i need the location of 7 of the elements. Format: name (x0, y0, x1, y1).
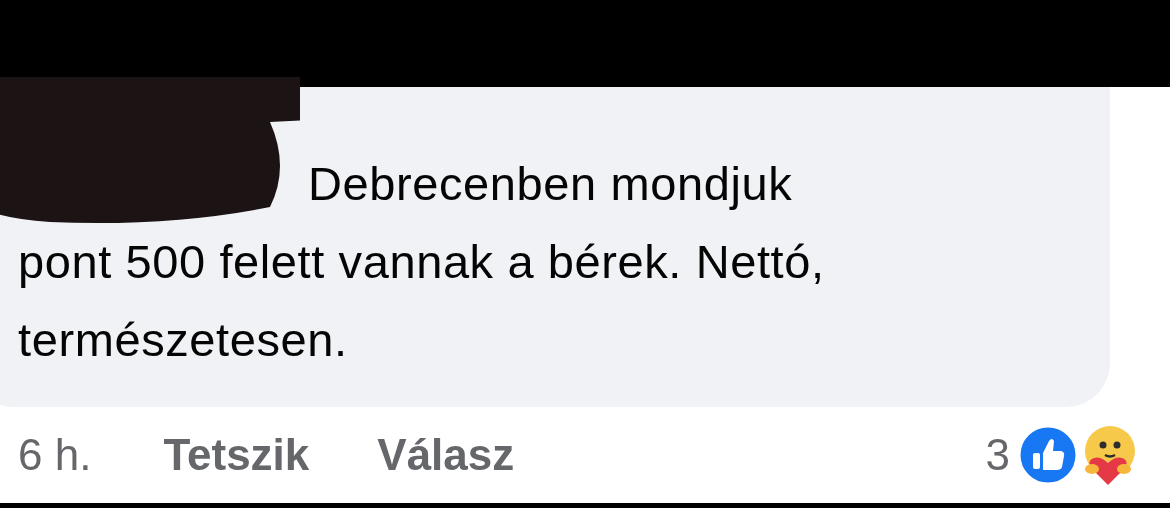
comment-text: természetesen. (18, 312, 348, 368)
reply-link[interactable]: Válasz (377, 430, 515, 481)
timestamp: 6 h. (18, 430, 92, 481)
reaction-count: 3 (985, 430, 1010, 481)
like-link[interactable]: Tetszik (163, 430, 310, 481)
comment-text: pont 500 felett vannak a bérek. Nettó, (18, 234, 825, 290)
comment-text: Debrecenben mondjuk (307, 156, 793, 212)
